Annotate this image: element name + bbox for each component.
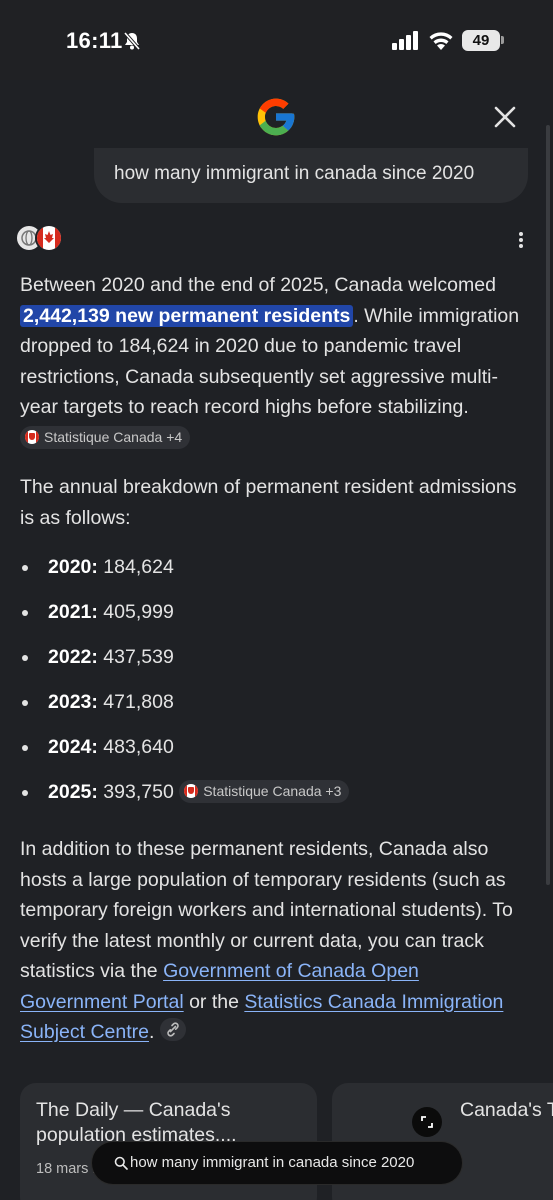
answer-outro: In addition to these permanent residents… — [20, 834, 530, 1048]
year-label: 2023: — [48, 691, 98, 713]
year-value: 437,539 — [103, 646, 174, 668]
year-value: 393,750 — [103, 781, 174, 803]
year-value: 184,624 — [103, 556, 174, 578]
year-value: 471,808 — [103, 691, 174, 713]
close-icon[interactable] — [488, 100, 522, 134]
card-title: Canada's Temporary Resident Count Hits 2… — [460, 1099, 553, 1121]
source-chip-label: Statistique Canada +3 — [203, 783, 342, 799]
user-query-text: how many immigrant in canada since 2020 — [114, 163, 475, 184]
signal-icon — [392, 31, 418, 50]
breakdown-heading: The annual breakdown of permanent reside… — [20, 476, 517, 529]
year-list: 2020: 184,624 2021: 405,999 2022: 437,53… — [20, 552, 530, 822]
year-label: 2020: — [48, 556, 98, 578]
year-label: 2021: — [48, 601, 98, 623]
list-item: 2025: 393,750 Statistique Canada +3 — [20, 777, 530, 822]
list-item: 2023: 471,808 — [20, 687, 530, 732]
expand-icon[interactable] — [412, 1107, 442, 1137]
source-chip-label: Statistique Canada +4 — [44, 428, 183, 445]
more-options-icon[interactable] — [512, 228, 530, 252]
year-label: 2022: — [48, 646, 98, 668]
year-value: 483,640 — [103, 736, 174, 758]
year-label: 2024: — [48, 736, 98, 758]
highlight-total: 2,442,139 new permanent residents — [20, 304, 354, 327]
canada-flag-icon — [25, 429, 39, 444]
outro-text-end: . — [149, 1021, 155, 1043]
user-query-bubble: how many immigrant in canada since 2020 — [94, 148, 528, 203]
search-icon — [114, 1156, 128, 1170]
scrollbar[interactable] — [546, 125, 550, 885]
ai-answer: Between 2020 and the end of 2025, Canada… — [20, 270, 530, 1067]
outro-text-mid: or the — [183, 990, 245, 1013]
list-item: 2020: 184,624 — [20, 552, 530, 597]
source-chip[interactable]: Statistique Canada +3 — [179, 780, 350, 803]
status-time: 16:11 — [66, 28, 123, 53]
google-g-icon — [257, 98, 295, 136]
battery-tip — [501, 36, 504, 44]
source-icons[interactable] — [15, 224, 65, 252]
canada-flag-icon — [35, 224, 63, 252]
bottom-search-bar[interactable]: how many immigrant in canada since 2020 — [92, 1142, 462, 1184]
list-item: 2021: 405,999 — [20, 597, 530, 642]
card-title: The Daily — Canada's population estimate… — [36, 1099, 237, 1146]
canada-flag-icon — [184, 784, 199, 798]
intro-text: Between 2020 and the end of 2025, Canada… — [20, 274, 496, 296]
wifi-icon — [429, 32, 453, 50]
answer-intro: Between 2020 and the end of 2025, Canada… — [20, 270, 530, 453]
battery-icon: 49 — [462, 30, 500, 51]
source-chip[interactable]: Statistique Canada +4 — [20, 425, 191, 449]
link-icon — [167, 1022, 180, 1037]
link-chip[interactable] — [160, 1018, 187, 1041]
list-item: 2022: 437,539 — [20, 642, 530, 687]
bottom-search-text: how many immigrant in canada since 2020 — [130, 1154, 415, 1171]
year-value: 405,999 — [103, 601, 174, 623]
year-label: 2025: — [48, 781, 98, 803]
list-item: 2024: 483,640 — [20, 732, 530, 777]
status-bar: 16:11 49 — [0, 0, 553, 80]
bell-off-icon — [123, 31, 141, 51]
